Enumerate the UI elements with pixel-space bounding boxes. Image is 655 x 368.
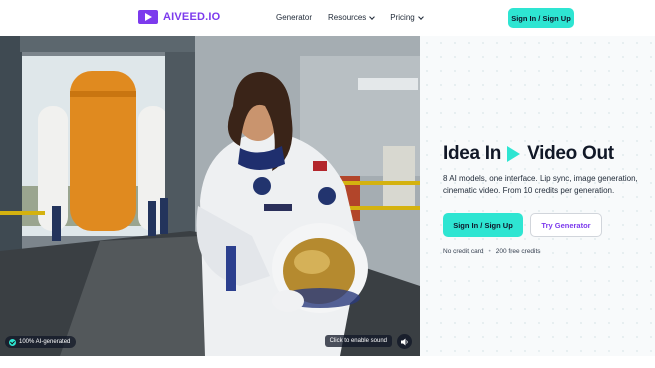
top-nav: AIVEED.IO Generator Resources Pricing Si… [0,0,655,36]
nav-item-resources[interactable]: Resources [328,13,376,22]
hero-subtext: 8 AI models, one interface. Lip sync, im… [443,174,638,195]
check-icon [9,338,16,346]
nav-item-label: Resources [328,13,367,22]
ai-generated-badge: 100% AI-generated [5,336,77,348]
chevron-down-icon [369,13,376,20]
hero-notes: No credit card • 200 free credits [443,248,541,255]
play-icon [507,146,521,162]
logo-text: AIVEED.IO [163,11,221,23]
separator-dot: • [488,248,491,255]
chevron-down-icon [417,13,424,20]
hero-signin-button[interactable]: Sign In / Sign Up [443,213,523,237]
no-credit-card-note: No credit card [443,248,484,255]
logo-play-icon [138,10,158,24]
headline-part-2: Video Out [527,143,614,164]
free-credits-note: 200 free credits [495,248,541,255]
nav-links: Generator Resources Pricing [276,13,424,22]
logo[interactable]: AIVEED.IO [138,10,220,24]
enable-sound-label[interactable]: Click to enable sound [324,335,392,347]
nav-signin-button[interactable]: Sign In / Sign Up [508,8,574,28]
nav-item-label: Pricing [390,13,415,22]
hero-video-frame [0,36,420,356]
try-generator-button[interactable]: Try Generator [530,213,602,237]
nav-item-pricing[interactable]: Pricing [390,13,424,22]
nav-item-generator[interactable]: Generator [276,13,312,22]
headline-part-1: Idea In [443,143,502,164]
speaker-icon-glyph [400,338,408,345]
ai-badge-label: 100% AI-generated [19,339,71,345]
speaker-icon[interactable] [397,334,412,349]
hero-headline: Idea In Video Out [443,143,614,165]
page-footer-strip [0,356,655,368]
hero-video[interactable]: 100% AI-generated Click to enable sound [0,36,420,356]
nav-item-label: Generator [276,13,313,22]
